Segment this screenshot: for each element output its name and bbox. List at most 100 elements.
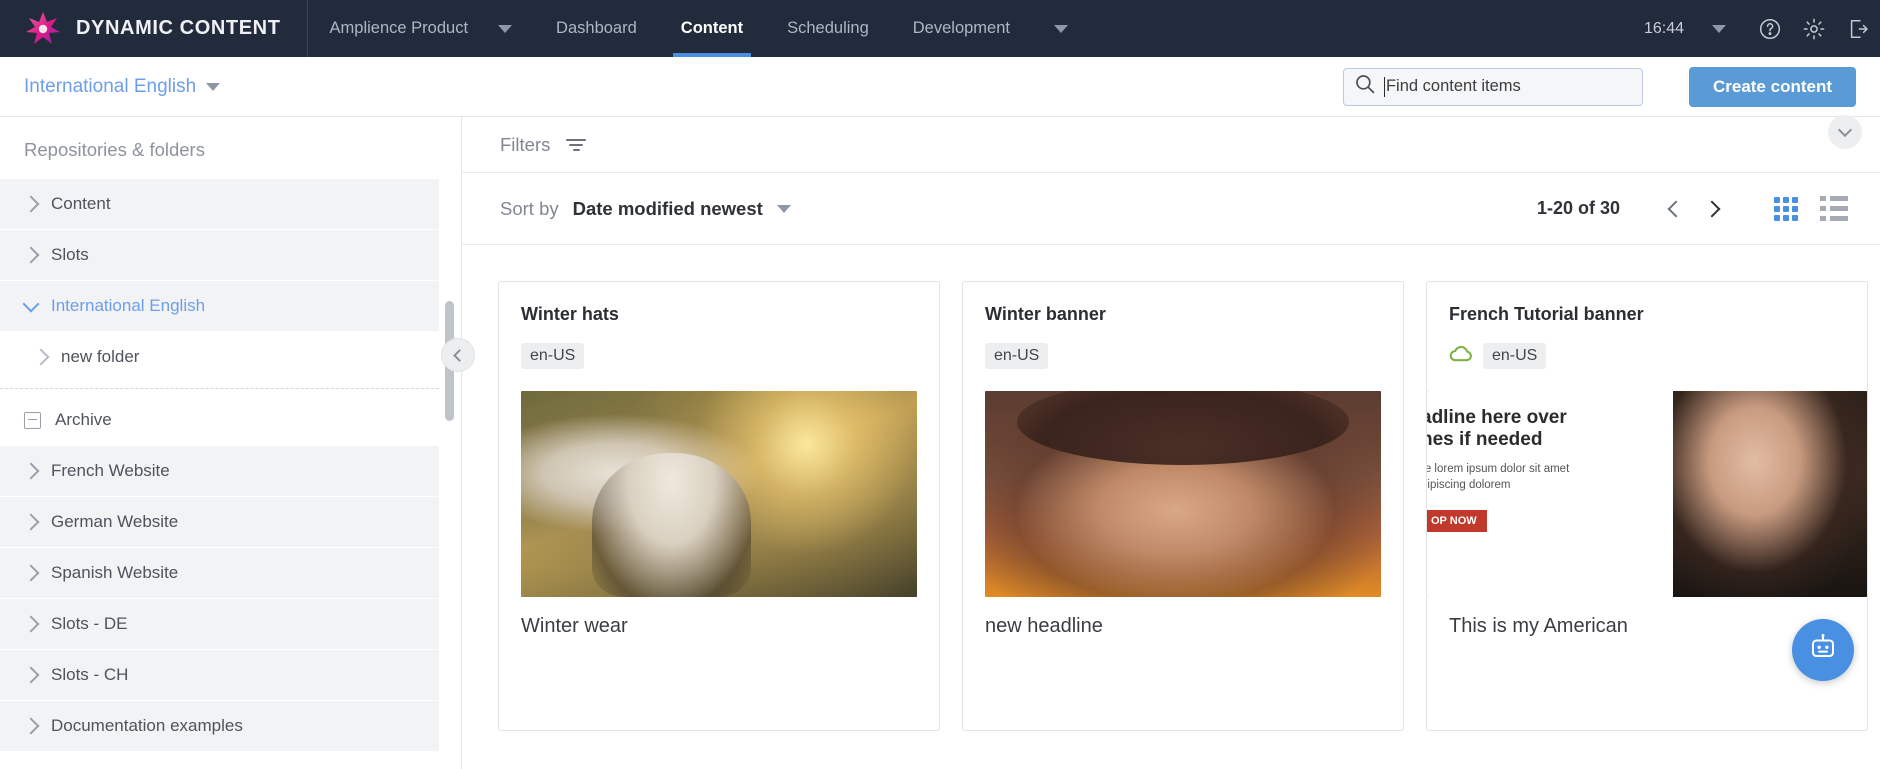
- chevron-right-icon: [22, 666, 40, 684]
- brand-name: DYNAMIC CONTENT: [76, 17, 281, 39]
- content-card[interactable]: Winter banner en-US new headline: [962, 281, 1404, 731]
- card-title: French Tutorial banner: [1449, 304, 1644, 324]
- card-thumbnail: [521, 391, 917, 597]
- sidebar-item-label: Slots - DE: [51, 614, 128, 633]
- chevron-left-icon: [1667, 200, 1685, 217]
- pagination-range: 1-20 of 30: [1536, 198, 1620, 218]
- sidebar-item-label: Spanish Website: [51, 563, 179, 582]
- chevron-right-icon: [22, 513, 40, 531]
- sidebar-item-label: new folder: [61, 347, 140, 366]
- sidebar-item-german-website[interactable]: German Website: [0, 497, 439, 547]
- product-selector-chevron-down-icon[interactable]: [498, 24, 513, 33]
- locale-chip: en-US: [521, 343, 585, 369]
- search-input[interactable]: Find content items: [1342, 67, 1643, 106]
- text-caret: [1383, 76, 1385, 97]
- sidebar: Repositories & folders Content Slots Int…: [0, 117, 462, 769]
- sort-by-label: Sort by: [500, 197, 559, 219]
- filter-icon[interactable]: [566, 138, 587, 151]
- list-view-button[interactable]: [1820, 196, 1848, 221]
- sidebar-item-new-folder[interactable]: new folder: [0, 332, 439, 382]
- sidebar-item-international-english[interactable]: International English: [0, 281, 439, 331]
- gear-icon[interactable]: [1792, 0, 1836, 57]
- chevron-right-icon: [22, 564, 40, 582]
- nav-item-dashboard[interactable]: Dashboard: [534, 0, 659, 57]
- tree-divider: [0, 388, 439, 389]
- chevron-left-icon: [453, 348, 466, 362]
- sidebar-item-label: Slots - CH: [51, 665, 129, 684]
- sidebar-item-slots-de[interactable]: Slots - DE: [0, 599, 439, 649]
- chevron-right-icon: [22, 195, 40, 213]
- card-meta: en-US: [1427, 343, 1867, 369]
- repository-tree: Content Slots International English new …: [0, 179, 461, 769]
- chat-bot-button[interactable]: [1792, 619, 1854, 681]
- sort-by-value[interactable]: Date modified newest: [573, 198, 763, 220]
- pagination-next-button[interactable]: [1694, 189, 1734, 229]
- grid-view-button[interactable]: [1774, 196, 1798, 221]
- sidebar-item-french-website[interactable]: French Website: [0, 446, 439, 496]
- sidebar-item-label: Content: [51, 194, 111, 213]
- sidebar-collapse-button[interactable]: [441, 338, 475, 372]
- product-selector-label: Amplience Product: [329, 19, 469, 37]
- chevron-down-icon: [22, 295, 40, 313]
- sidebar-item-documentation-examples[interactable]: Documentation examples: [0, 701, 439, 751]
- nav-item-content[interactable]: Content: [659, 0, 765, 57]
- chevron-right-icon: [22, 246, 40, 264]
- box-minus-icon: [24, 411, 41, 429]
- banner-photo: [1673, 391, 1867, 597]
- search-placeholder: Find content items: [1385, 77, 1521, 95]
- expand-panel-button[interactable]: [1828, 115, 1862, 149]
- sidebar-item-slots[interactable]: Slots: [0, 230, 439, 280]
- cloud-icon: [1449, 345, 1473, 368]
- body: Repositories & folders Content Slots Int…: [0, 115, 1880, 769]
- filters-label: Filters: [500, 133, 551, 155]
- card-title: Winter banner: [985, 304, 1106, 324]
- logout-icon[interactable]: [1836, 0, 1880, 57]
- main-content: Filters Sort by Date modified newest 1-2…: [462, 115, 1880, 769]
- card-thumbnail: [985, 391, 1381, 597]
- sort-chevron-down-icon[interactable]: [776, 204, 791, 213]
- card-caption: new headline: [985, 615, 1103, 637]
- create-content-button[interactable]: Create content: [1688, 66, 1856, 107]
- time-chevron-down-icon[interactable]: [1712, 24, 1726, 33]
- amplience-star-logo-icon: [24, 10, 62, 48]
- chat-bot-icon: [1806, 631, 1840, 670]
- brand[interactable]: DYNAMIC CONTENT: [0, 0, 308, 57]
- sidebar-item-label: Slots: [51, 245, 89, 264]
- chevron-right-icon: [1703, 200, 1721, 217]
- repository-selector-label: International English: [24, 75, 197, 97]
- sidebar-item-archive[interactable]: Archive: [0, 395, 439, 445]
- card-meta: en-US: [985, 343, 1381, 369]
- sidebar-item-content[interactable]: Content: [0, 179, 439, 229]
- product-selector[interactable]: Amplience Product: [308, 0, 477, 57]
- banner-text-panel: adline here over nes if needed re lorem i…: [1427, 391, 1674, 597]
- locale-chip: en-US: [985, 343, 1049, 369]
- nav-item-development[interactable]: Development: [891, 0, 1032, 57]
- chevron-right-icon: [22, 462, 40, 480]
- sidebar-item-spanish-website[interactable]: Spanish Website: [0, 548, 439, 598]
- sidebar-item-label: Archive: [55, 410, 112, 429]
- chevron-right-icon: [22, 717, 40, 735]
- nav-item-development-label: Development: [912, 19, 1010, 37]
- development-chevron-down-icon[interactable]: [1054, 24, 1068, 33]
- sidebar-scrollbar[interactable]: [445, 169, 454, 769]
- pagination-prev-button[interactable]: [1654, 189, 1694, 229]
- sidebar-item-label: German Website: [51, 512, 179, 531]
- card-title: Winter hats: [521, 304, 619, 324]
- nav-item-dashboard-label: Dashboard: [556, 19, 637, 37]
- chevron-right-icon: [22, 615, 40, 633]
- nav-item-scheduling-label: Scheduling: [787, 19, 869, 37]
- repository-selector[interactable]: International English: [24, 75, 221, 98]
- content-card-grid: Winter hats en-US Winter wear Winter ban…: [462, 245, 1880, 769]
- help-icon[interactable]: [1748, 0, 1792, 57]
- content-card[interactable]: Winter hats en-US Winter wear: [498, 281, 940, 731]
- card-thumbnail: adline here over nes if needed re lorem i…: [1427, 391, 1867, 597]
- search-text-wrap: Find content items: [1383, 76, 1521, 97]
- sidebar-item-slots-ch[interactable]: Slots - CH: [0, 650, 439, 700]
- card-meta: en-US: [521, 343, 917, 369]
- sidebar-item-label: International English: [51, 296, 206, 315]
- chevron-right-icon: [32, 348, 50, 366]
- sidebar-item-label: Documentation examples: [51, 716, 243, 735]
- banner-body: re lorem ipsum dolor sit amet dipiscing d…: [1427, 462, 1570, 492]
- nav-item-scheduling[interactable]: Scheduling: [765, 0, 891, 57]
- top-navigation-bar: DYNAMIC CONTENT Amplience Product Dashbo…: [0, 0, 1880, 57]
